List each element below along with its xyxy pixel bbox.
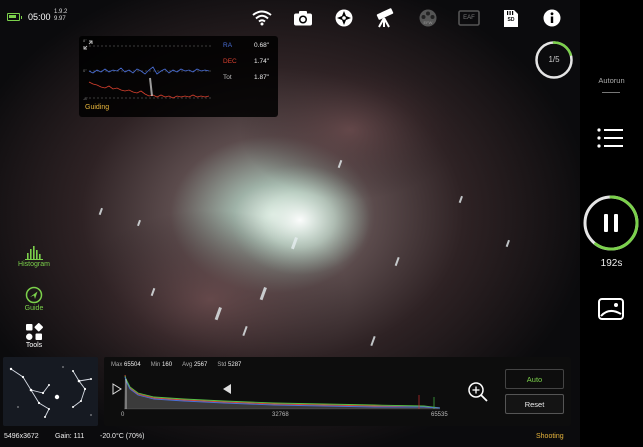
shooting-status: Shooting — [536, 433, 564, 440]
axis-label-max: 65535 — [431, 412, 448, 418]
tot-label: Tot — [223, 74, 232, 81]
dec-label: DEC — [223, 58, 237, 65]
top-bar: 05:00 1.9.2 9.97 EFW EAF SD — [0, 0, 580, 36]
ra-label: RA — [223, 42, 233, 49]
pause-button[interactable] — [582, 194, 640, 252]
auto-stretch-button[interactable]: Auto — [505, 369, 564, 389]
camera-gain: Gain: 111 — [55, 433, 85, 440]
exposure-remaining: 192s — [600, 258, 623, 269]
clock: 05:00 — [28, 12, 51, 22]
zoom-in-icon[interactable] — [467, 381, 489, 403]
guiding-tick-bottom: -8" — [83, 96, 88, 101]
autorun-label[interactable]: Autorun — [580, 76, 643, 85]
sensor-temperature: -20.0°C (70%) — [100, 433, 145, 440]
axis-label-min: 0 — [121, 412, 125, 418]
expand-icon[interactable] — [83, 40, 93, 50]
histogram-tool[interactable]: Histogram — [10, 246, 58, 268]
guiding-title: Guiding — [85, 104, 110, 111]
camera-icon[interactable] — [292, 8, 314, 28]
axis-label-mid: 32768 — [272, 412, 289, 418]
wifi-icon[interactable] — [251, 8, 273, 28]
sky-atlas-thumbnail[interactable] — [3, 357, 98, 426]
tools-menu[interactable]: Tools — [10, 323, 58, 349]
tot-value: 1.87" — [254, 74, 269, 81]
version-info: 1.9.2 9.97 — [54, 9, 68, 22]
histogram-panel: Max 65504 Min 160 Avg 2567 Std 5287 0 32768… — [104, 357, 571, 426]
reset-stretch-button[interactable]: Reset — [505, 394, 564, 414]
info-icon[interactable] — [541, 8, 563, 28]
white-point-handle[interactable] — [222, 383, 232, 395]
tools-menu-label: Tools — [25, 342, 43, 349]
guide-tool-label: Guide — [24, 305, 44, 312]
black-point-handle[interactable] — [112, 383, 122, 395]
histogram-graph — [124, 374, 441, 410]
image-resolution: 5496x3672 — [4, 433, 39, 440]
autorun-divider — [602, 92, 620, 93]
guide-tool[interactable]: Guide — [10, 286, 58, 312]
telescope-icon[interactable] — [374, 8, 396, 28]
image-info-bar: 5496x3672 Gain: 111 -20.0°C (70%) — [0, 429, 580, 447]
tools-icon — [26, 323, 43, 340]
guiding-panel[interactable]: 8" 0" -8" RA 0.68" DEC 1.74" Tot 1.87" G… — [79, 36, 278, 117]
sd-card-icon[interactable]: SD — [500, 8, 522, 28]
efw-label: EFW — [423, 20, 433, 25]
mount-icon[interactable] — [333, 8, 355, 28]
histogram-tool-label: Histogram — [18, 261, 50, 268]
gallery-icon[interactable] — [597, 297, 625, 321]
efw-icon[interactable]: EFW — [417, 8, 439, 28]
guiding-graph — [88, 45, 211, 99]
sd-label: SD — [507, 17, 515, 23]
histogram-icon — [25, 246, 43, 260]
dec-value: 1.74" — [254, 58, 269, 65]
guide-icon — [25, 286, 43, 304]
guiding-tick-mid: 0" — [83, 68, 87, 73]
sequence-progress-text: 1/5 — [548, 55, 560, 64]
ra-value: 0.68" — [254, 42, 269, 49]
plan-list-icon[interactable] — [596, 127, 624, 149]
eaf-label: EAF — [463, 15, 475, 21]
eaf-icon[interactable]: EAF — [458, 8, 480, 28]
battery-icon — [7, 13, 22, 21]
